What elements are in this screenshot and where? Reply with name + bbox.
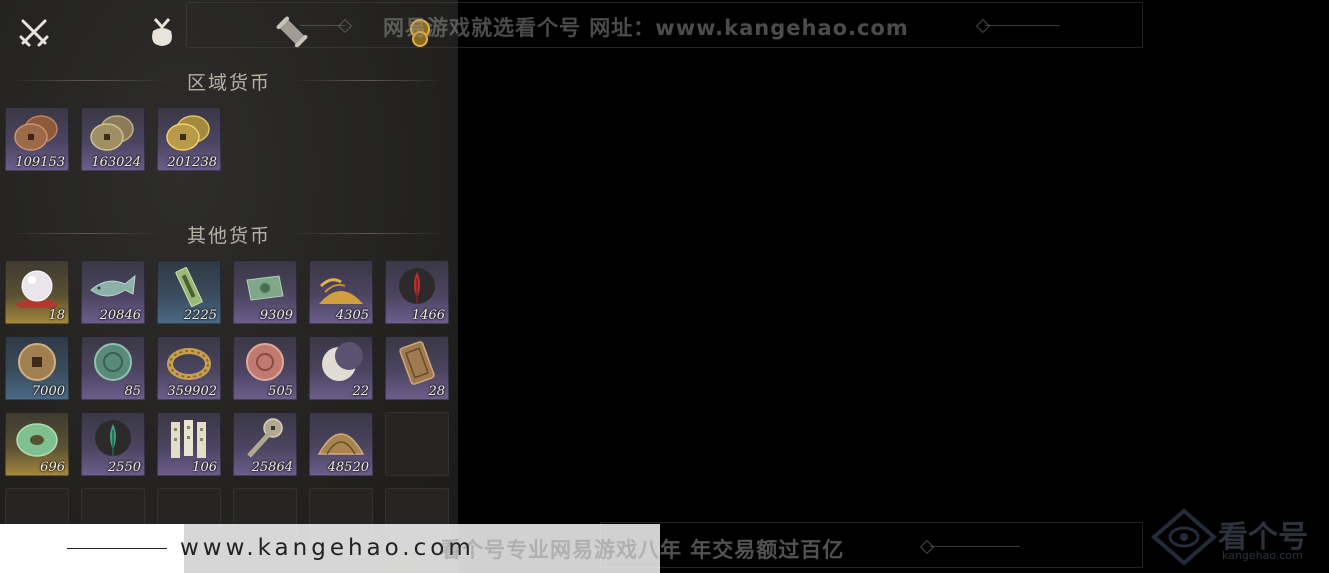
- copper-coins-icon: [14, 115, 58, 151]
- logo-subtext: kangehao.com: [1222, 549, 1303, 562]
- currency-slot[interactable]: 201238: [157, 107, 221, 171]
- section-title-other: 其他货币: [186, 225, 271, 247]
- bronze-fan-icon: [317, 433, 365, 455]
- currency-slot[interactable]: 163024: [81, 107, 145, 171]
- banknote-icon: [246, 275, 284, 301]
- currency-slot[interactable]: 9309: [233, 260, 297, 324]
- green-feather-icon: [95, 420, 131, 456]
- gold-coins-icon: [166, 115, 210, 151]
- spade-coin-icon: [247, 418, 283, 458]
- item-quantity: 2225: [183, 308, 217, 323]
- currency-slot[interactable]: 106: [157, 412, 221, 476]
- currency-slot[interactable]: 505: [233, 336, 297, 400]
- currency-slot[interactable]: 18: [5, 260, 69, 324]
- divider: [67, 548, 167, 549]
- item-quantity: 85: [124, 384, 141, 399]
- pink-medallion-icon: [246, 343, 284, 381]
- pouch-icon: [152, 18, 172, 46]
- item-quantity: 201238: [167, 155, 217, 170]
- item-quantity: 505: [268, 384, 293, 399]
- item-quantity: 48520: [327, 460, 369, 475]
- currency-slot[interactable]: 696: [5, 412, 69, 476]
- currency-slot[interactable]: 25864: [233, 412, 297, 476]
- red-feather-icon: [399, 268, 435, 304]
- watermark-ornament: [985, 25, 1060, 26]
- currency-slot[interactable]: 1466: [385, 260, 449, 324]
- item-quantity: 163024: [91, 155, 141, 170]
- watermark-text: 看个号专业网易游戏八年 年交易额过百亿: [440, 538, 845, 562]
- silver-coins-icon: [90, 115, 134, 151]
- item-quantity: 696: [40, 460, 65, 475]
- gold-bracelet-icon: [167, 348, 211, 380]
- item-quantity: 7000: [31, 384, 65, 399]
- crossed-swords-icon: [19, 19, 49, 47]
- crescent-moon-icon: [322, 342, 363, 381]
- currency-slot[interactable]: 7000: [5, 336, 69, 400]
- item-quantity: 20846: [99, 308, 141, 323]
- item-quantity: 9309: [259, 308, 293, 323]
- jade-medallion-icon: [94, 343, 132, 381]
- currency-slot[interactable]: 4305: [309, 260, 373, 324]
- pearl-icon: [15, 270, 59, 308]
- item-quantity: 25864: [251, 460, 293, 475]
- item-quantity: 28: [428, 384, 445, 399]
- item-quantity: 4305: [335, 308, 369, 323]
- currency-slot[interactable]: 2550: [81, 412, 145, 476]
- currency-slot[interactable]: 85: [81, 336, 145, 400]
- currency-slot[interactable]: 28: [385, 336, 449, 400]
- item-quantity: 2550: [107, 460, 141, 475]
- currency-slot[interactable]: 22: [309, 336, 373, 400]
- item-quantity: 359902: [167, 384, 217, 399]
- jade-disc-icon: [16, 423, 58, 457]
- tab-pouch[interactable]: [140, 10, 184, 54]
- watermark-url: www.kangehao.com: [180, 535, 475, 561]
- detail-area: [458, 0, 1329, 573]
- currency-slot[interactable]: 2225: [157, 260, 221, 324]
- item-quantity: 106: [192, 460, 217, 475]
- currency-slot[interactable]: 109153: [5, 107, 69, 171]
- currency-slot[interactable]: 48520: [309, 412, 373, 476]
- jade-token-icon: [175, 267, 203, 307]
- item-quantity: 22: [352, 384, 369, 399]
- jade-fish-icon: [90, 274, 136, 297]
- tab-weapons[interactable]: [12, 10, 56, 54]
- item-quantity: 18: [48, 308, 65, 323]
- empty-slot: [385, 412, 449, 476]
- item-quantity: 109153: [15, 155, 65, 170]
- section-title-regional: 区域货币: [186, 72, 271, 94]
- currency-slot[interactable]: 20846: [81, 260, 145, 324]
- watermark-ornament: [930, 546, 1020, 547]
- watermark-text: 网易游戏就选看个号 网址：www.kangehao.com: [383, 16, 909, 40]
- currency-slot[interactable]: 359902: [157, 336, 221, 400]
- item-quantity: 1466: [411, 308, 445, 323]
- grain-pile-icon: [319, 278, 363, 304]
- bronze-coin-icon: [18, 343, 56, 381]
- bamboo-slips-icon: [171, 420, 206, 458]
- bronze-plaque-icon: [399, 341, 435, 385]
- currency-panel: 区域货币 109153 163024 201238 其他货币 18 20846 …: [0, 0, 458, 573]
